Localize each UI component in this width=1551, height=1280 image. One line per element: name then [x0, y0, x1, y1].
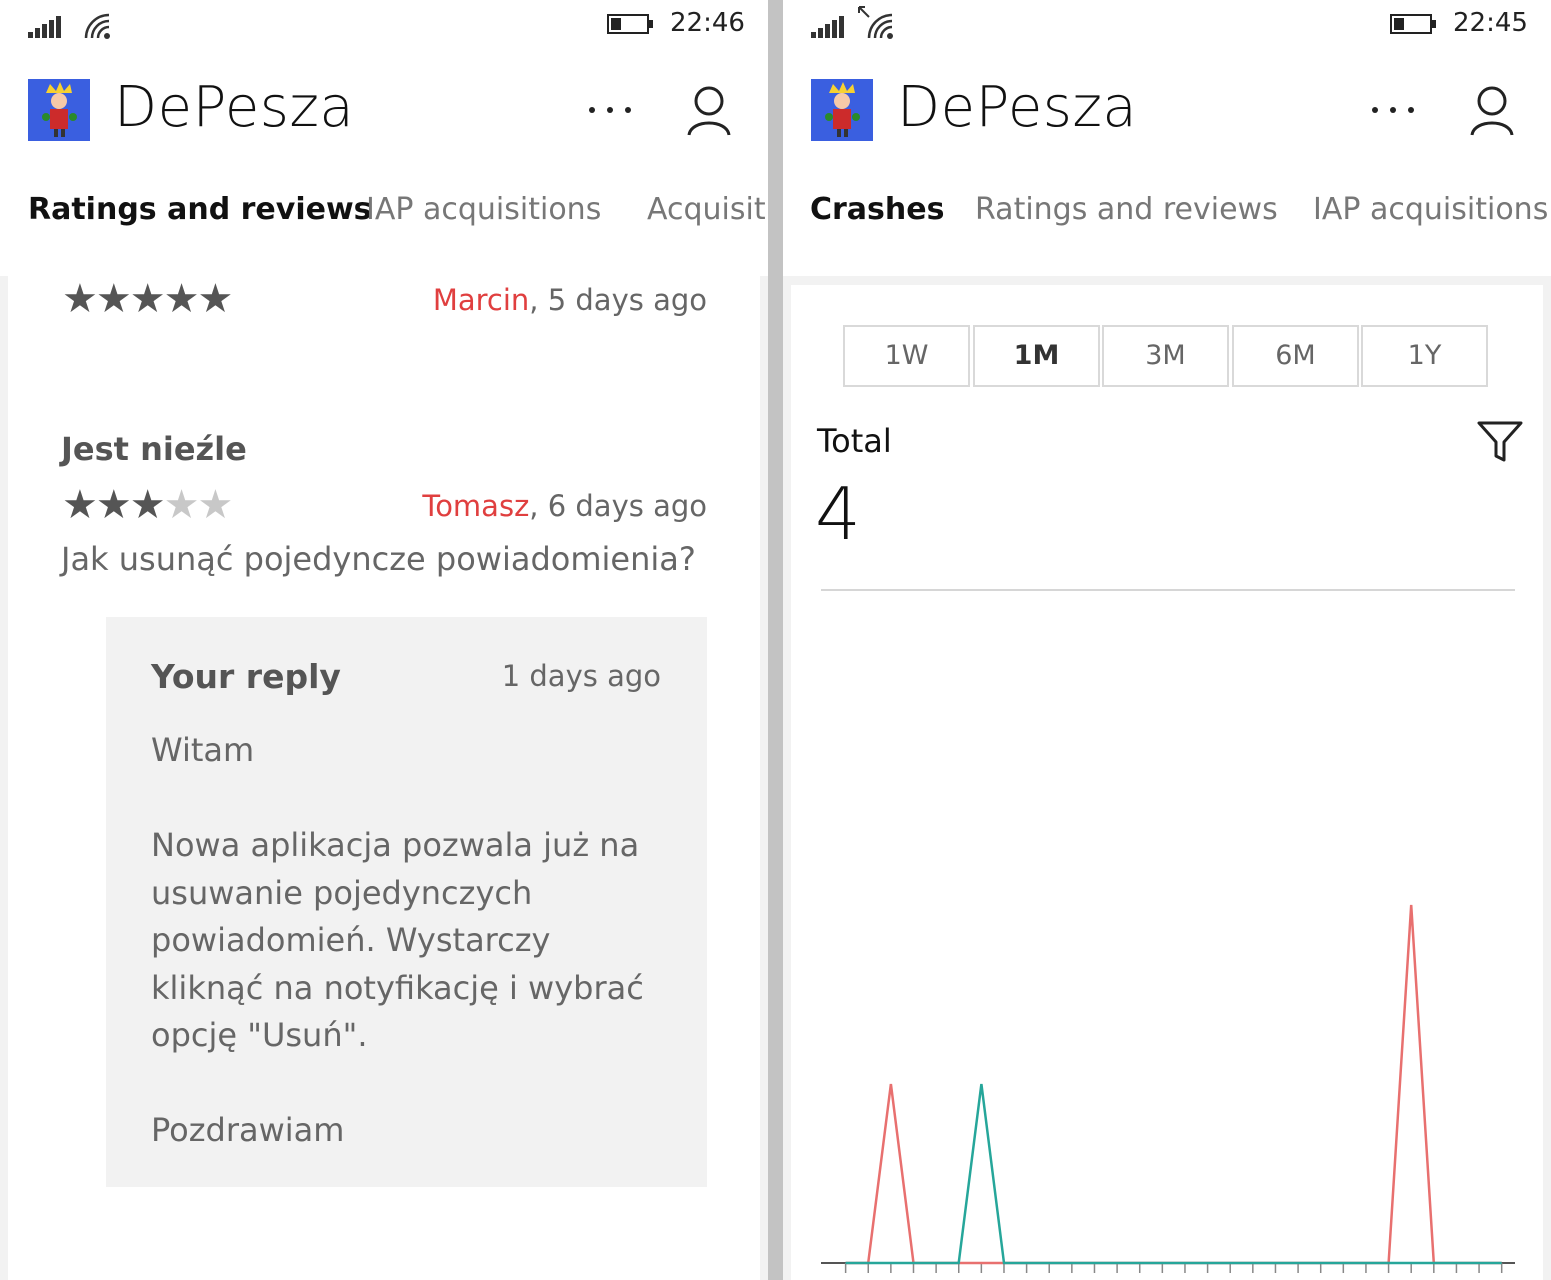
reply-text: Nowa aplikacja pozwala już na usuwanie p…	[151, 826, 644, 1054]
tab-ratings-and-reviews[interactable]: Ratings and reviews	[975, 192, 1278, 227]
chart-series-line-1	[845, 904, 1502, 1265]
status-bar: 22:45	[783, 0, 1551, 52]
review-author[interactable]: Marcin	[433, 283, 529, 317]
pivot-tabs: Crashes Ratings and reviews IAP acquisit…	[783, 192, 1551, 240]
crashes-chart	[821, 904, 1515, 1273]
wifi-icon	[867, 13, 893, 39]
app-logo-icon	[28, 79, 90, 141]
more-options-icon[interactable]	[586, 88, 634, 132]
tab-acquisitions[interactable]: Acquisiti	[647, 192, 768, 227]
pivot-tabs: Ratings and reviews IAP acquisitions Acq…	[0, 192, 768, 240]
left-screen: 22:46 DePesza Ratings and reviews IAP ac…	[0, 0, 768, 1280]
total-value: 4	[815, 472, 861, 556]
more-options-icon[interactable]	[1369, 88, 1417, 132]
range-3m-button[interactable]: 3M	[1102, 325, 1229, 387]
signal-icon	[28, 16, 61, 38]
chart-series-line-2	[845, 1083, 1502, 1265]
battery-icon	[1390, 14, 1436, 34]
range-1w-button[interactable]: 1W	[843, 325, 970, 387]
filter-icon[interactable]	[1476, 420, 1524, 464]
app-logo-icon	[811, 79, 873, 141]
reply-body: Witam Nowa aplikacja pozwala już na usuw…	[151, 727, 671, 1155]
tab-iap-acquisitions[interactable]: IAP acquisitions	[366, 192, 601, 227]
review-age: , 6 days ago	[529, 489, 707, 523]
reply-greeting: Witam	[151, 731, 255, 769]
reply-age: 1 days ago	[501, 659, 661, 693]
reply-title: Your reply	[151, 657, 341, 696]
clock: 22:45	[1453, 8, 1528, 38]
reply-closing: Pozdrawiam	[151, 1111, 345, 1149]
star-rating: ★★★★★	[62, 276, 233, 322]
status-bar: 22:46	[0, 0, 768, 52]
clock: 22:46	[670, 8, 745, 38]
range-1m-button[interactable]: 1M	[973, 325, 1100, 387]
review-text: Jak usunąć pojedyncze powiadomienia?	[61, 540, 696, 578]
review-meta: Tomasz, 6 days ago	[422, 489, 707, 523]
tab-crashes[interactable]: Crashes	[810, 192, 944, 227]
total-label: Total	[817, 422, 892, 460]
wifi-icon	[84, 13, 110, 39]
review-meta: Marcin, 5 days ago	[433, 283, 707, 317]
right-screen: 22:45 DePesza Crashes Ratings and review…	[783, 0, 1551, 1280]
signal-icon	[811, 16, 844, 38]
battery-icon	[607, 14, 653, 34]
app-title: DePesza	[114, 75, 355, 140]
user-account-icon[interactable]	[685, 85, 733, 137]
screen-divider	[768, 0, 783, 1280]
range-6m-button[interactable]: 6M	[1232, 325, 1359, 387]
user-account-icon[interactable]	[1468, 85, 1516, 137]
app-title: DePesza	[897, 75, 1138, 140]
tab-iap-acquisitions[interactable]: IAP acquisitions	[1313, 192, 1548, 227]
review-age: , 5 days ago	[529, 283, 707, 317]
review-author[interactable]: Tomasz	[422, 489, 529, 523]
tab-ratings-and-reviews[interactable]: Ratings and reviews	[28, 192, 372, 227]
star-rating: ★★★★★	[62, 482, 233, 528]
review-title: Jest nieźle	[61, 430, 247, 468]
range-1y-button[interactable]: 1Y	[1361, 325, 1488, 387]
developer-reply[interactable]: Your reply 1 days ago Witam Nowa aplikac…	[106, 617, 707, 1187]
chart-separator	[821, 589, 1515, 591]
